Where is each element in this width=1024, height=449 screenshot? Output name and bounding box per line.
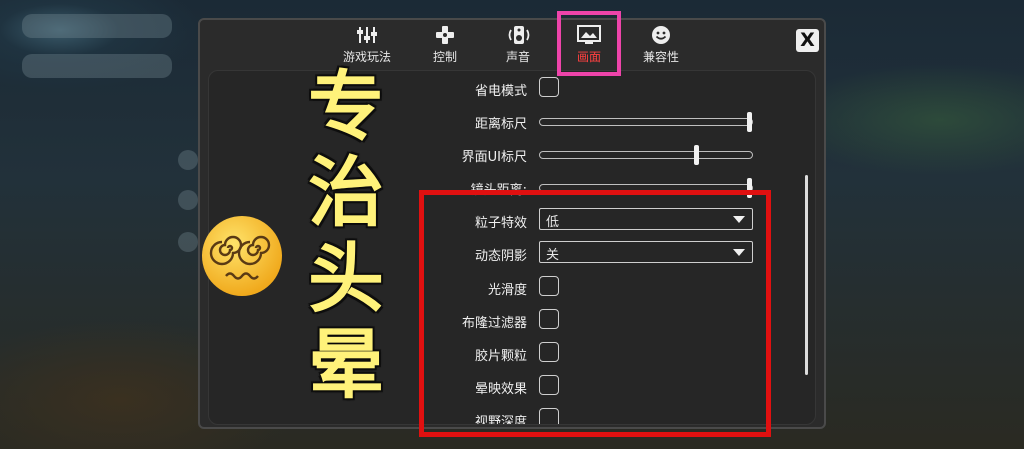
sliders-icon (357, 27, 377, 43)
slider-handle[interactable] (694, 145, 699, 165)
tab-label: 兼容性 (642, 50, 679, 64)
speaker-icon (508, 26, 530, 44)
close-button[interactable]: X (796, 29, 819, 52)
tab-compatibility[interactable]: 兼容性 (624, 24, 698, 65)
background-blob (178, 190, 198, 210)
background-blob (22, 54, 172, 78)
tab-highlight-box (557, 11, 621, 76)
ui-scale-slider[interactable] (539, 145, 753, 165)
caption-char: 专 (307, 62, 385, 151)
caption-char: 头 (307, 234, 385, 323)
setting-label: 距离标尺 (474, 117, 527, 132)
smiley-icon (652, 26, 670, 44)
slider-handle[interactable] (747, 112, 752, 132)
tab-label: 控制 (432, 50, 457, 64)
background-blob (178, 232, 198, 252)
setting-label: 界面UI标尺 (461, 150, 527, 165)
dizzy-face-emoji (202, 216, 282, 296)
background-blob (22, 14, 172, 38)
tab-gameplay[interactable]: 游戏玩法 (330, 24, 404, 65)
gamepad-icon (436, 26, 454, 44)
setting-label: 省电模式 (474, 84, 527, 99)
scrollbar[interactable] (805, 175, 808, 375)
caption-char: 晕 (307, 320, 385, 409)
caption-char: 治 (307, 148, 385, 237)
power-saving-checkbox[interactable] (539, 77, 559, 97)
setting-power-saving: 省电模式 (209, 77, 799, 101)
tab-sound[interactable]: 声音 (481, 24, 555, 65)
setting-distance-scale: 距离标尺 (209, 110, 799, 134)
settings-tabs: 游戏玩法 控制 声音 画面 兼容性 X (200, 20, 824, 70)
setting-ui-scale: 界面UI标尺 (209, 143, 799, 167)
tab-controls[interactable]: 控制 (408, 24, 482, 65)
background-blob (178, 150, 198, 170)
settings-highlight-box (419, 190, 771, 437)
tab-label: 声音 (505, 50, 530, 64)
distance-scale-slider[interactable] (539, 112, 753, 132)
